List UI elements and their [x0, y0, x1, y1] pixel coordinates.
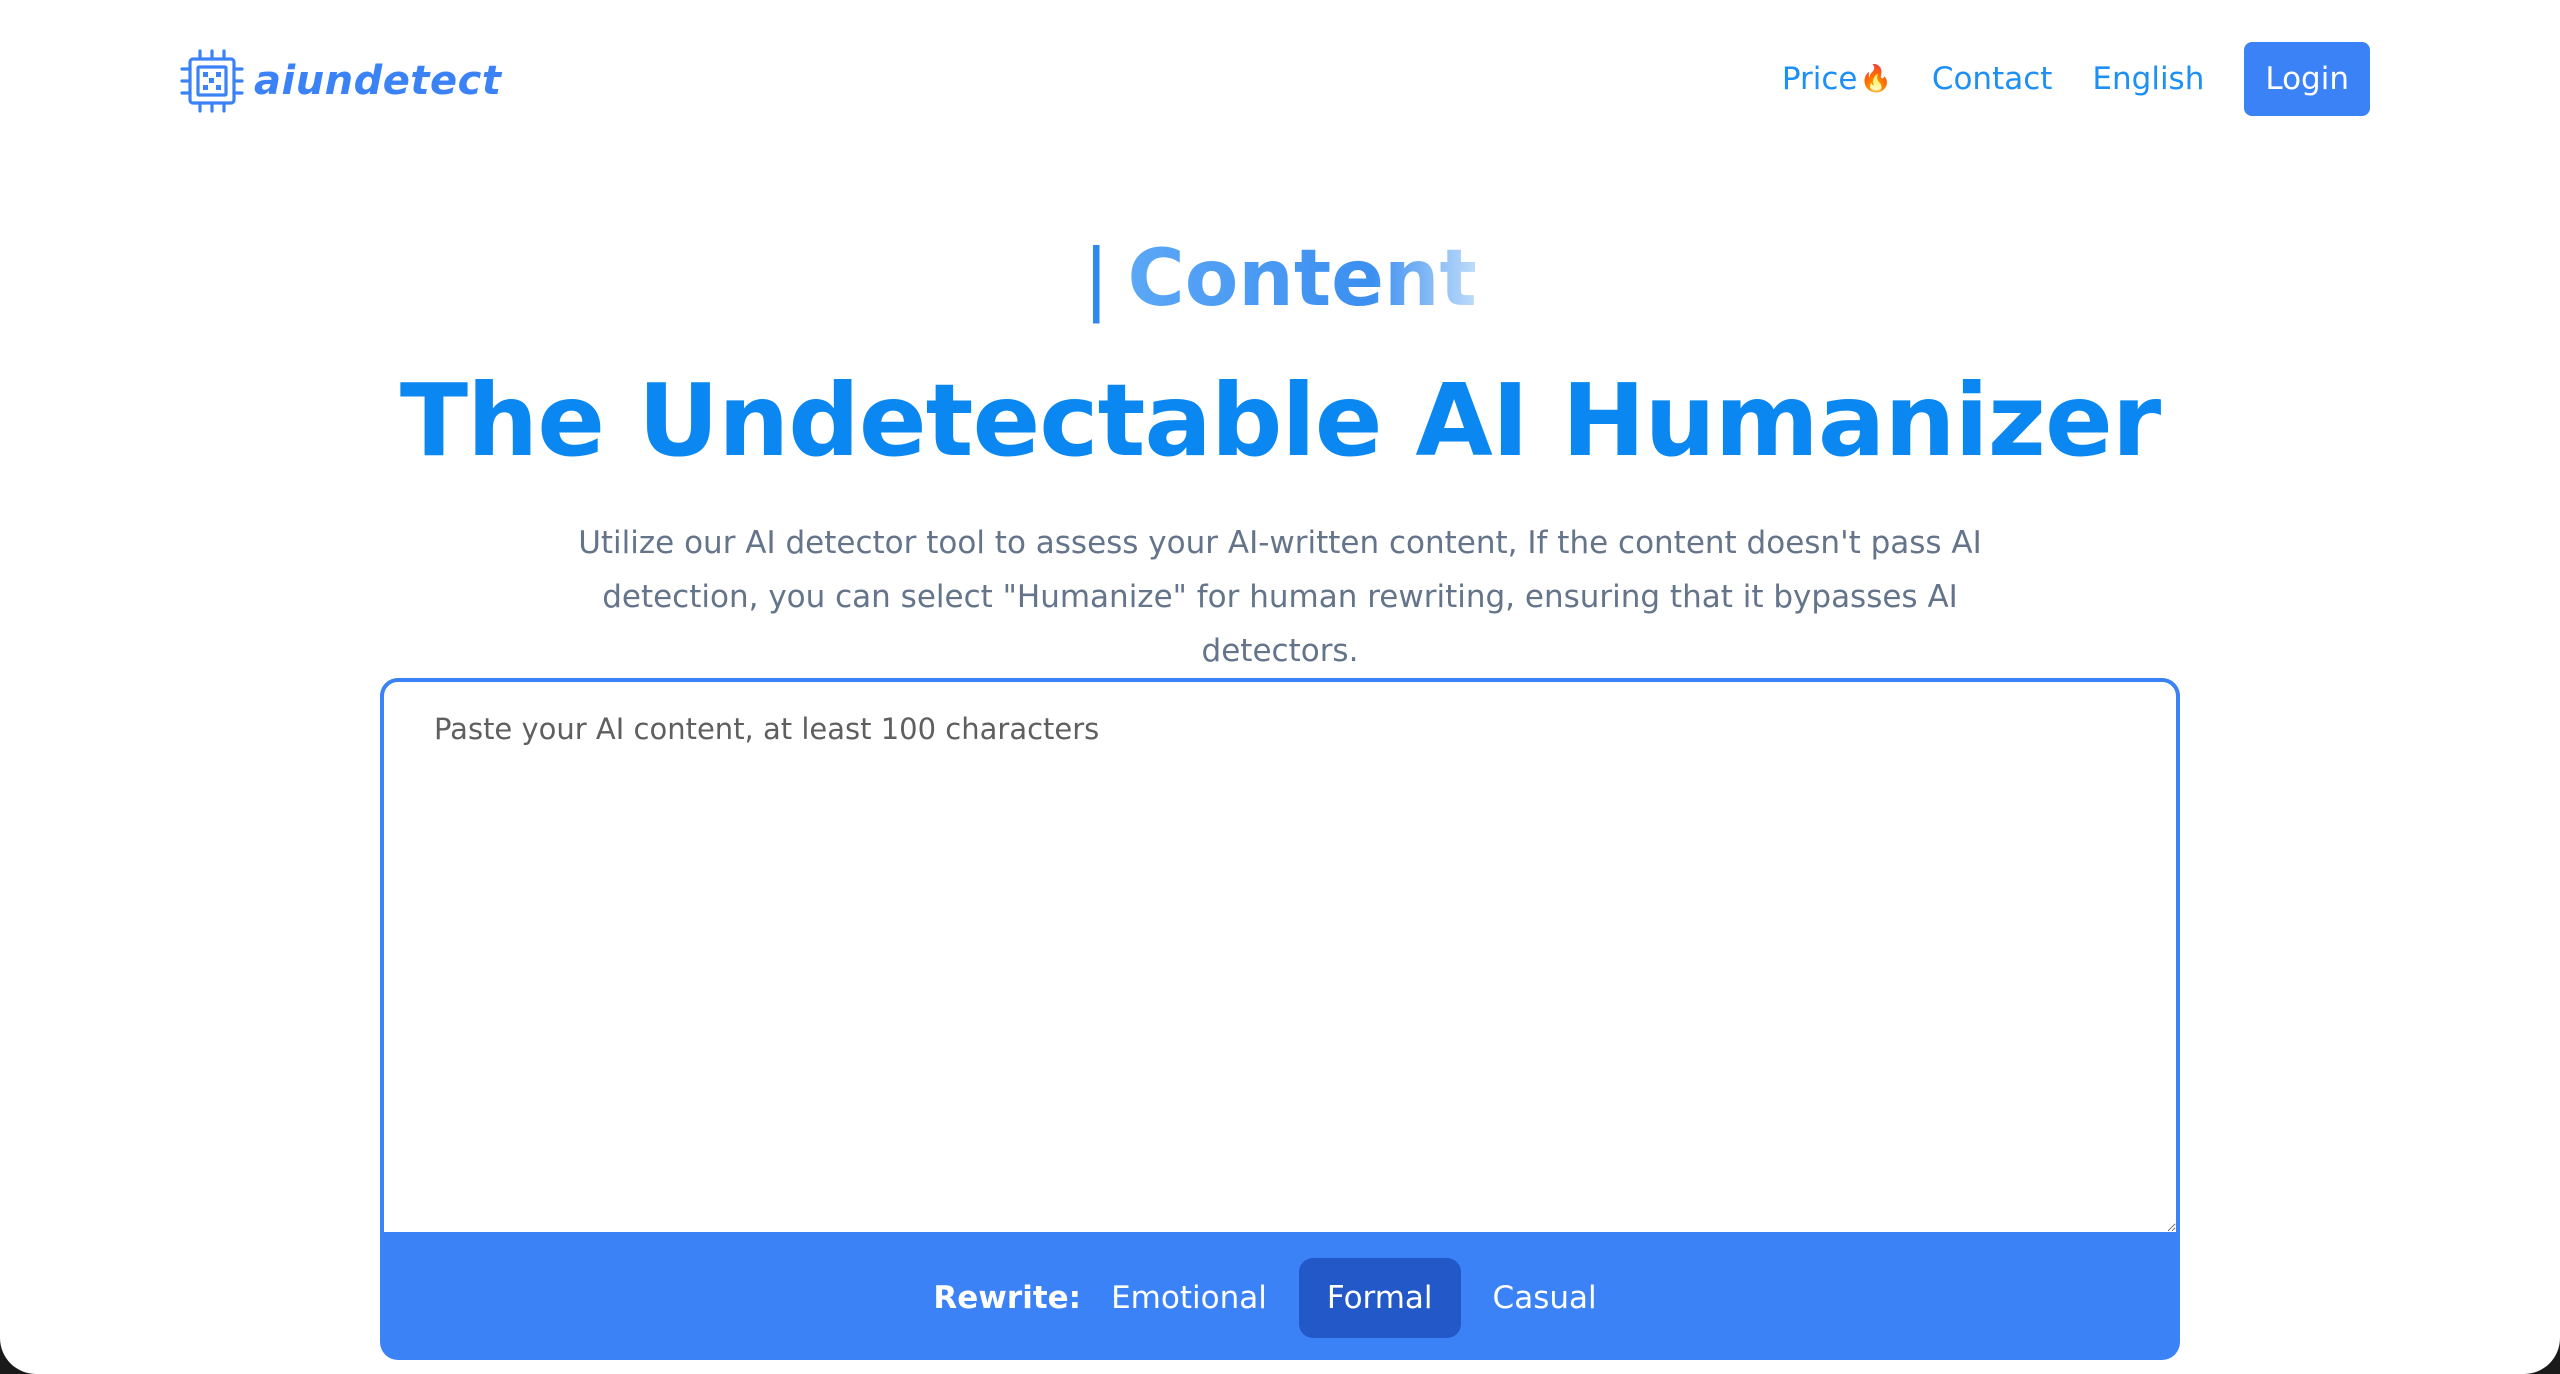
fire-icon: 🔥 — [1859, 64, 1892, 94]
mode-formal-button[interactable]: Formal — [1298, 1258, 1461, 1338]
humanizer-editor: Rewrite: Emotional Formal Casual — [380, 678, 2180, 1360]
nav-price-link[interactable]: Price 🔥 — [1782, 61, 1892, 97]
rewrite-label: Rewrite: — [933, 1280, 1082, 1316]
typing-caret: | — [1083, 234, 1110, 324]
logo-text: aiundetect — [254, 58, 502, 104]
top-nav: Price 🔥 Contact English Login — [1782, 42, 2370, 116]
language-selector[interactable]: English — [2092, 61, 2204, 97]
page-title: The Undetectable AI Humanizer — [399, 362, 2161, 479]
typing-word: Content — [1127, 234, 1477, 324]
mode-casual-button[interactable]: Casual — [1465, 1258, 1625, 1338]
mode-emotional-button[interactable]: Emotional — [1111, 1258, 1295, 1338]
typing-headline: | Content — [0, 234, 2560, 324]
header: aiundetect Price 🔥 Contact English Login — [0, 0, 2560, 160]
content-input[interactable] — [380, 678, 2180, 1236]
page: aiundetect Price 🔥 Contact English Login … — [0, 0, 2560, 1374]
rewrite-mode-bar: Rewrite: Emotional Formal Casual — [380, 1236, 2180, 1360]
login-button[interactable]: Login — [2244, 42, 2370, 116]
logo-link[interactable]: aiundetect — [178, 46, 502, 116]
chip-icon — [180, 49, 244, 113]
page-subtitle: Utilize our AI detector tool to assess y… — [578, 525, 1982, 669]
nav-contact-link[interactable]: Contact — [1932, 61, 2053, 97]
nav-price-label: Price — [1781, 61, 1858, 97]
